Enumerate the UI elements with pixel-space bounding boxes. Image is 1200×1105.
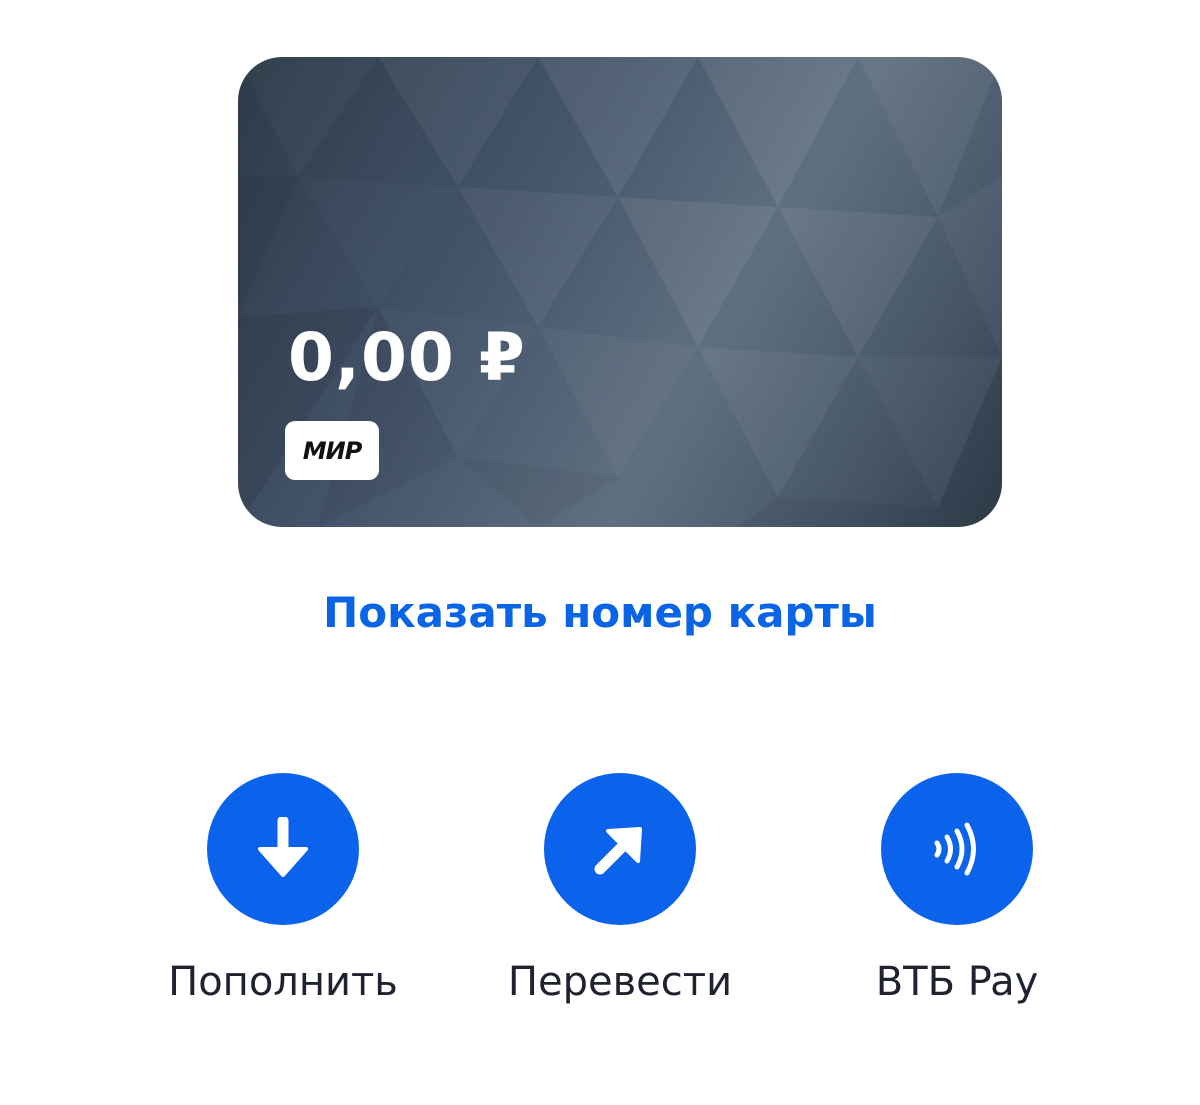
mir-logo-text: МИР — [302, 436, 363, 465]
arrow-down-icon — [258, 817, 308, 877]
topup-circle[interactable] — [207, 773, 359, 925]
mir-logo: МИР — [285, 421, 379, 480]
transfer-label: Перевести — [507, 959, 733, 1005]
vtb-pay-button[interactable]: ВТБ Pay — [827, 773, 1087, 1005]
vtb-pay-circle[interactable] — [881, 773, 1033, 925]
card-screen: 0,00 ₽ МИР Показать номер карты Пополнит… — [0, 0, 1200, 1105]
transfer-button[interactable]: Перевести — [490, 773, 750, 1005]
vtb-pay-label: ВТБ Pay — [875, 959, 1039, 1005]
bank-card[interactable]: 0,00 ₽ МИР — [238, 57, 1002, 527]
show-card-number-link[interactable]: Показать номер карты — [0, 588, 1200, 637]
topup-button[interactable]: Пополнить — [153, 773, 413, 1005]
card-balance: 0,00 ₽ — [288, 319, 526, 396]
topup-label: Пополнить — [168, 959, 398, 1005]
transfer-circle[interactable] — [544, 773, 696, 925]
arrow-up-right-icon — [594, 827, 642, 875]
contactless-icon — [934, 822, 976, 876]
